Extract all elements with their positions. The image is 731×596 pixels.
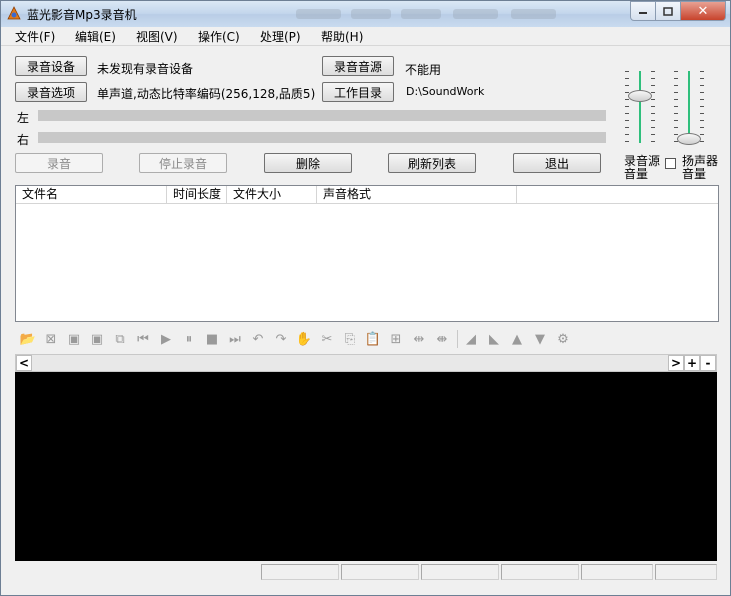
copy-icon[interactable]: ⎘: [341, 330, 359, 348]
column-format[interactable]: 声音格式: [317, 186, 517, 203]
expand-icon[interactable]: ⇼: [433, 330, 451, 348]
file-list-header: 文件名 时间长度 文件大小 声音格式: [16, 186, 718, 204]
record-device-button[interactable]: 录音设备: [15, 56, 87, 76]
record-device-value: 未发现有录音设备: [97, 62, 194, 76]
volume-up-icon[interactable]: ▲: [508, 330, 526, 348]
toolbar-separator: [457, 330, 458, 348]
stop-record-button[interactable]: 停止录音: [139, 153, 227, 173]
speaker-checkbox[interactable]: [665, 158, 676, 169]
slider-ticks: [625, 71, 629, 143]
status-bar: [1, 561, 730, 595]
status-cell: [655, 564, 717, 580]
minimize-icon: [639, 12, 647, 14]
waveform-display[interactable]: [15, 372, 717, 561]
speaker-volume-slider[interactable]: [674, 71, 708, 147]
delete-button[interactable]: 删除: [264, 153, 352, 173]
maximize-icon: [663, 6, 673, 16]
menu-view[interactable]: 视图(V): [136, 28, 178, 45]
fade-out-icon[interactable]: ◣: [485, 330, 503, 348]
hand-icon[interactable]: ✋: [295, 330, 313, 348]
paste-icon[interactable]: 📋: [364, 330, 382, 348]
record-options-value: 单声道,动态比特率编码(256,128,品质5): [97, 87, 316, 101]
skip-start-icon[interactable]: ⏮: [134, 330, 152, 348]
window-title: 蓝光影音Mp3录音机: [27, 8, 137, 22]
slider-ticks: [674, 71, 678, 143]
menu-help[interactable]: 帮助(H): [321, 28, 363, 45]
blurred-area: [511, 9, 556, 19]
window-controls: ✕: [630, 1, 726, 21]
waveform-scrollbar[interactable]: < > + -: [15, 354, 717, 372]
work-dir-button[interactable]: 工作目录: [322, 82, 394, 102]
record-options-button[interactable]: 录音选项: [15, 82, 87, 102]
slider-thumb[interactable]: [628, 90, 652, 102]
slider-track: [639, 71, 641, 143]
slider-thumb[interactable]: [677, 133, 701, 145]
record-button[interactable]: 录音: [15, 153, 103, 173]
record-source-value: 不能用: [405, 63, 442, 77]
scroll-right-button[interactable]: >: [668, 355, 684, 371]
slider-ticks: [651, 71, 655, 143]
stop-icon[interactable]: ■: [203, 330, 221, 348]
right-channel-label: 右: [17, 133, 30, 147]
pause-icon[interactable]: ⏸: [180, 330, 198, 348]
record-source-button[interactable]: 录音音源: [322, 56, 394, 76]
left-level-meter: [38, 110, 606, 121]
redo-icon[interactable]: ↷: [272, 330, 290, 348]
menu-process[interactable]: 处理(P): [260, 28, 301, 45]
title-bar: 蓝光影音Mp3录音机 ✕: [1, 1, 730, 27]
slider-ticks: [700, 71, 704, 143]
scroll-left-button[interactable]: <: [16, 355, 32, 371]
exit-button[interactable]: 退出: [513, 153, 601, 173]
open-folder-icon[interactable]: 📂: [19, 330, 37, 348]
column-duration[interactable]: 时间长度: [167, 186, 227, 203]
close-file-icon[interactable]: ⊠: [42, 330, 60, 348]
right-level-meter: [38, 132, 606, 143]
column-size[interactable]: 文件大小: [227, 186, 317, 203]
column-filename[interactable]: 文件名: [16, 186, 167, 203]
undo-icon[interactable]: ↶: [249, 330, 267, 348]
status-cell: [421, 564, 499, 580]
blurred-area: [453, 9, 498, 19]
record-volume-slider[interactable]: [625, 71, 659, 147]
blurred-area: [351, 9, 391, 19]
close-button[interactable]: ✕: [681, 1, 726, 21]
file-list[interactable]: 文件名 时间长度 文件大小 声音格式: [15, 185, 719, 322]
work-dir-value: D:\SoundWork: [406, 85, 485, 98]
status-cell: [581, 564, 653, 580]
refresh-list-button[interactable]: 刷新列表: [388, 153, 476, 173]
app-icon: [7, 6, 21, 20]
effects-icon[interactable]: ⚙: [554, 330, 572, 348]
zoom-in-button[interactable]: +: [684, 355, 700, 371]
save-icon[interactable]: ▣: [65, 330, 83, 348]
blurred-area: [401, 9, 441, 19]
export-icon[interactable]: ⧉: [111, 330, 129, 348]
app-window: 蓝光影音Mp3录音机 ✕ 文件(F) 编辑(E) 视图(V) 操作(C) 处理(…: [0, 0, 731, 596]
maximize-button[interactable]: [656, 1, 681, 21]
close-icon: ✕: [697, 3, 709, 19]
menu-edit[interactable]: 编辑(E): [75, 28, 116, 45]
minimize-button[interactable]: [630, 1, 656, 21]
save-as-icon[interactable]: ▣: [88, 330, 106, 348]
cut-icon[interactable]: ✂: [318, 330, 336, 348]
record-volume-label-2: 音量: [624, 167, 649, 181]
status-cell: [341, 564, 419, 580]
fade-in-icon[interactable]: ◢: [462, 330, 480, 348]
status-cell: [261, 564, 339, 580]
menu-bar: 文件(F) 编辑(E) 视图(V) 操作(C) 处理(P) 帮助(H): [1, 27, 730, 46]
menu-file[interactable]: 文件(F): [15, 28, 55, 45]
speaker-volume-label-2: 音量: [682, 167, 707, 181]
menu-operate[interactable]: 操作(C): [198, 28, 240, 45]
zoom-out-button[interactable]: -: [700, 355, 716, 371]
skip-end-icon[interactable]: ⏭: [226, 330, 244, 348]
left-channel-label: 左: [17, 111, 30, 125]
volume-down-icon[interactable]: ▼: [531, 330, 549, 348]
paste-mix-icon[interactable]: ⊞: [387, 330, 405, 348]
edit-toolbar: 📂 ⊠ ▣ ▣ ⧉ ⏮ ▶ ⏸ ■ ⏭ ↶ ↷ ✋ ✂ ⎘ 📋 ⊞ ⇹ ⇼ ◢ …: [15, 328, 717, 350]
blurred-area: [296, 9, 341, 19]
trim-icon[interactable]: ⇹: [410, 330, 428, 348]
play-icon[interactable]: ▶: [157, 330, 175, 348]
status-cell: [501, 564, 579, 580]
